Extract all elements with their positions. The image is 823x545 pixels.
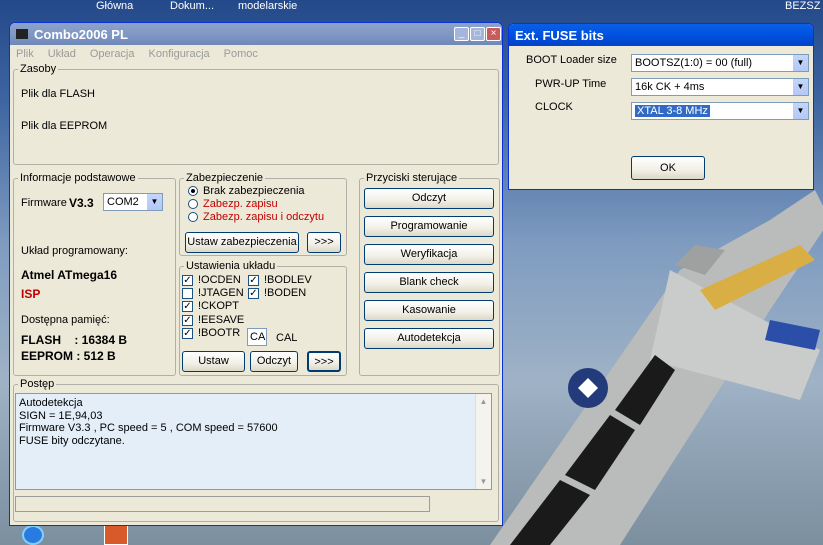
radio-readwrite-protection[interactable]	[188, 212, 198, 222]
menu-uklad[interactable]: Układ	[48, 48, 76, 60]
log-line: Firmware V3.3 , PC speed = 5 , COM speed…	[19, 422, 278, 434]
log-scrollbar[interactable]: ▲ ▼	[475, 394, 491, 489]
protection-more-button[interactable]: >>>	[307, 232, 341, 253]
protection-legend: Zabezpieczenie	[186, 172, 264, 184]
cal-input[interactable]: CA	[247, 328, 267, 346]
ext-fuse-window: Ext. FUSE bits BOOT Loader size BOOTSZ(1…	[508, 23, 814, 190]
check-ocden[interactable]: ✓	[182, 275, 193, 286]
pwr-up-value: 16k CK + 4ms	[635, 81, 705, 93]
chevron-down-icon[interactable]: ▼	[792, 79, 808, 95]
log-line: FUSE bity odczytane.	[19, 434, 125, 447]
fuse-titlebar[interactable]: Ext. FUSE bits	[509, 24, 813, 46]
zasoby-group: Zasoby	[13, 63, 499, 165]
progress-legend: Postęp	[20, 378, 55, 390]
desktop-link-dokum[interactable]: Dokum...	[170, 0, 214, 12]
progress-bar	[15, 496, 430, 512]
log-line: Autodetekcja	[19, 397, 83, 409]
clock-label: CLOCK	[535, 101, 573, 113]
mode-indicator: ISP	[21, 287, 41, 301]
check-boden[interactable]: ✓	[248, 288, 259, 299]
autodetect-button[interactable]: Autodetekcja	[364, 328, 494, 349]
firmware-label: Firmware	[21, 197, 67, 209]
ok-button[interactable]: OK	[631, 156, 705, 180]
blank-check-button[interactable]: Blank check	[364, 272, 494, 293]
chevron-down-icon[interactable]: ▼	[792, 55, 808, 71]
close-button[interactable]: ×	[486, 27, 501, 41]
progress-log[interactable]: Autodetekcja SIGN = 1E,94,03 Firmware V3…	[15, 393, 492, 490]
pwr-up-select[interactable]: 16k CK + 4ms ▼	[631, 78, 809, 96]
scroll-up-icon[interactable]: ▲	[476, 394, 491, 409]
verify-button[interactable]: Weryfikacja	[364, 244, 494, 265]
chip-app-icon	[16, 29, 28, 39]
check-ckopt-label: !CKOPT	[198, 300, 239, 312]
chip-name: Atmel ATmega16	[21, 268, 118, 282]
menu-plik[interactable]: Plik	[16, 48, 34, 60]
check-bodlev[interactable]: ✓	[248, 275, 259, 286]
check-eesave-label: !EESAVE	[198, 314, 245, 326]
chevron-down-icon[interactable]: ▼	[146, 194, 162, 210]
radio-readwrite-protection-label: Zabezp. zapisu i odczytu	[203, 211, 325, 223]
main-titlebar[interactable]: Combo2006 PL	[10, 23, 502, 45]
airplane-wallpaper-image	[490, 190, 823, 545]
check-ocden-label: !OCDEN	[198, 274, 241, 286]
minimize-button[interactable]: _	[454, 27, 469, 41]
check-eesave[interactable]: ✓	[182, 315, 193, 326]
check-bootr-label: !BOOTR	[198, 327, 241, 339]
fuse-window-title: Ext. FUSE bits	[515, 27, 604, 43]
boot-loader-select[interactable]: BOOTSZ(1:0) = 00 (full) ▼	[631, 54, 809, 72]
check-jtagen-label: !JTAGEN	[198, 287, 244, 299]
read-settings-button[interactable]: Odczyt	[250, 351, 298, 372]
read-button[interactable]: Odczyt	[364, 188, 494, 209]
check-bodlev-label: !BODLEV	[264, 274, 312, 286]
control-legend: Przyciski sterujące	[366, 172, 458, 184]
flash-size: FLASH : 16384 B	[21, 333, 128, 347]
check-jtagen[interactable]	[182, 288, 193, 299]
check-ckopt[interactable]: ✓	[182, 301, 193, 312]
chevron-down-icon[interactable]: ▼	[792, 103, 808, 119]
radio-no-protection[interactable]	[188, 186, 198, 196]
combo2006-window: Combo2006 PL _ □ × Plik Układ Operacja K…	[9, 22, 503, 526]
scroll-down-icon[interactable]: ▼	[476, 474, 491, 489]
menu-operacja[interactable]: Operacja	[90, 48, 135, 60]
set-protection-button[interactable]: Ustaw zabezpieczenia	[185, 232, 299, 253]
radio-write-protection[interactable]	[188, 199, 198, 209]
chip-label: Układ programowany:	[21, 245, 128, 257]
desktop-link-bezsz[interactable]: BEZSZ	[785, 0, 820, 12]
desktop-link-modelarskie[interactable]: modelarskie	[238, 0, 297, 12]
clock-select[interactable]: XTAL 3-8 MHz ▼	[631, 102, 809, 120]
app-desktop-icon[interactable]	[104, 525, 128, 545]
log-line: SIGN = 1E,94,03	[19, 409, 103, 422]
erase-button[interactable]: Kasowanie	[364, 300, 494, 321]
flash-file-label: Plik dla FLASH	[21, 88, 95, 100]
radio-no-protection-label: Brak zabezpieczenia	[203, 185, 305, 197]
menu-pomoc[interactable]: Pomoc	[224, 48, 258, 60]
window-title: Combo2006 PL	[34, 26, 128, 42]
desktop-link-glowna[interactable]: Główna	[96, 0, 133, 12]
maximize-button[interactable]: □	[470, 27, 485, 41]
check-boden-label: !BODEN	[264, 287, 307, 299]
firmware-version: V3.3	[69, 196, 94, 210]
eeprom-file-label: Plik dla EEPROM	[21, 120, 108, 132]
program-button[interactable]: Programowanie	[364, 216, 494, 237]
radio-write-protection-label: Zabezp. zapisu	[203, 198, 278, 210]
menu-konfiguracja[interactable]: Konfiguracja	[149, 48, 210, 60]
memory-label: Dostępna pamięć:	[21, 314, 110, 326]
zasoby-legend: Zasoby	[20, 63, 57, 75]
ie-desktop-icon[interactable]	[22, 525, 44, 545]
set-settings-button[interactable]: Ustaw	[182, 351, 245, 372]
pwr-up-label: PWR-UP Time	[535, 78, 607, 90]
settings-legend: Ustawienia układu	[186, 260, 276, 272]
settings-more-button[interactable]: >>>	[307, 351, 341, 372]
eeprom-size: EEPROM : 512 B	[21, 349, 116, 363]
check-bootr[interactable]: ✓	[182, 328, 193, 339]
cal-label: CAL	[276, 332, 298, 344]
boot-loader-value: BOOTSZ(1:0) = 00 (full)	[635, 57, 753, 69]
menu-bar: Plik Układ Operacja Konfiguracja Pomoc	[10, 45, 502, 63]
clock-value: XTAL 3-8 MHz	[635, 105, 710, 117]
com-port-select[interactable]: COM2 ▼	[103, 193, 163, 211]
com-port-value: COM2	[107, 196, 139, 208]
info-legend: Informacje podstawowe	[20, 172, 136, 184]
boot-loader-label: BOOT Loader size	[526, 54, 617, 66]
